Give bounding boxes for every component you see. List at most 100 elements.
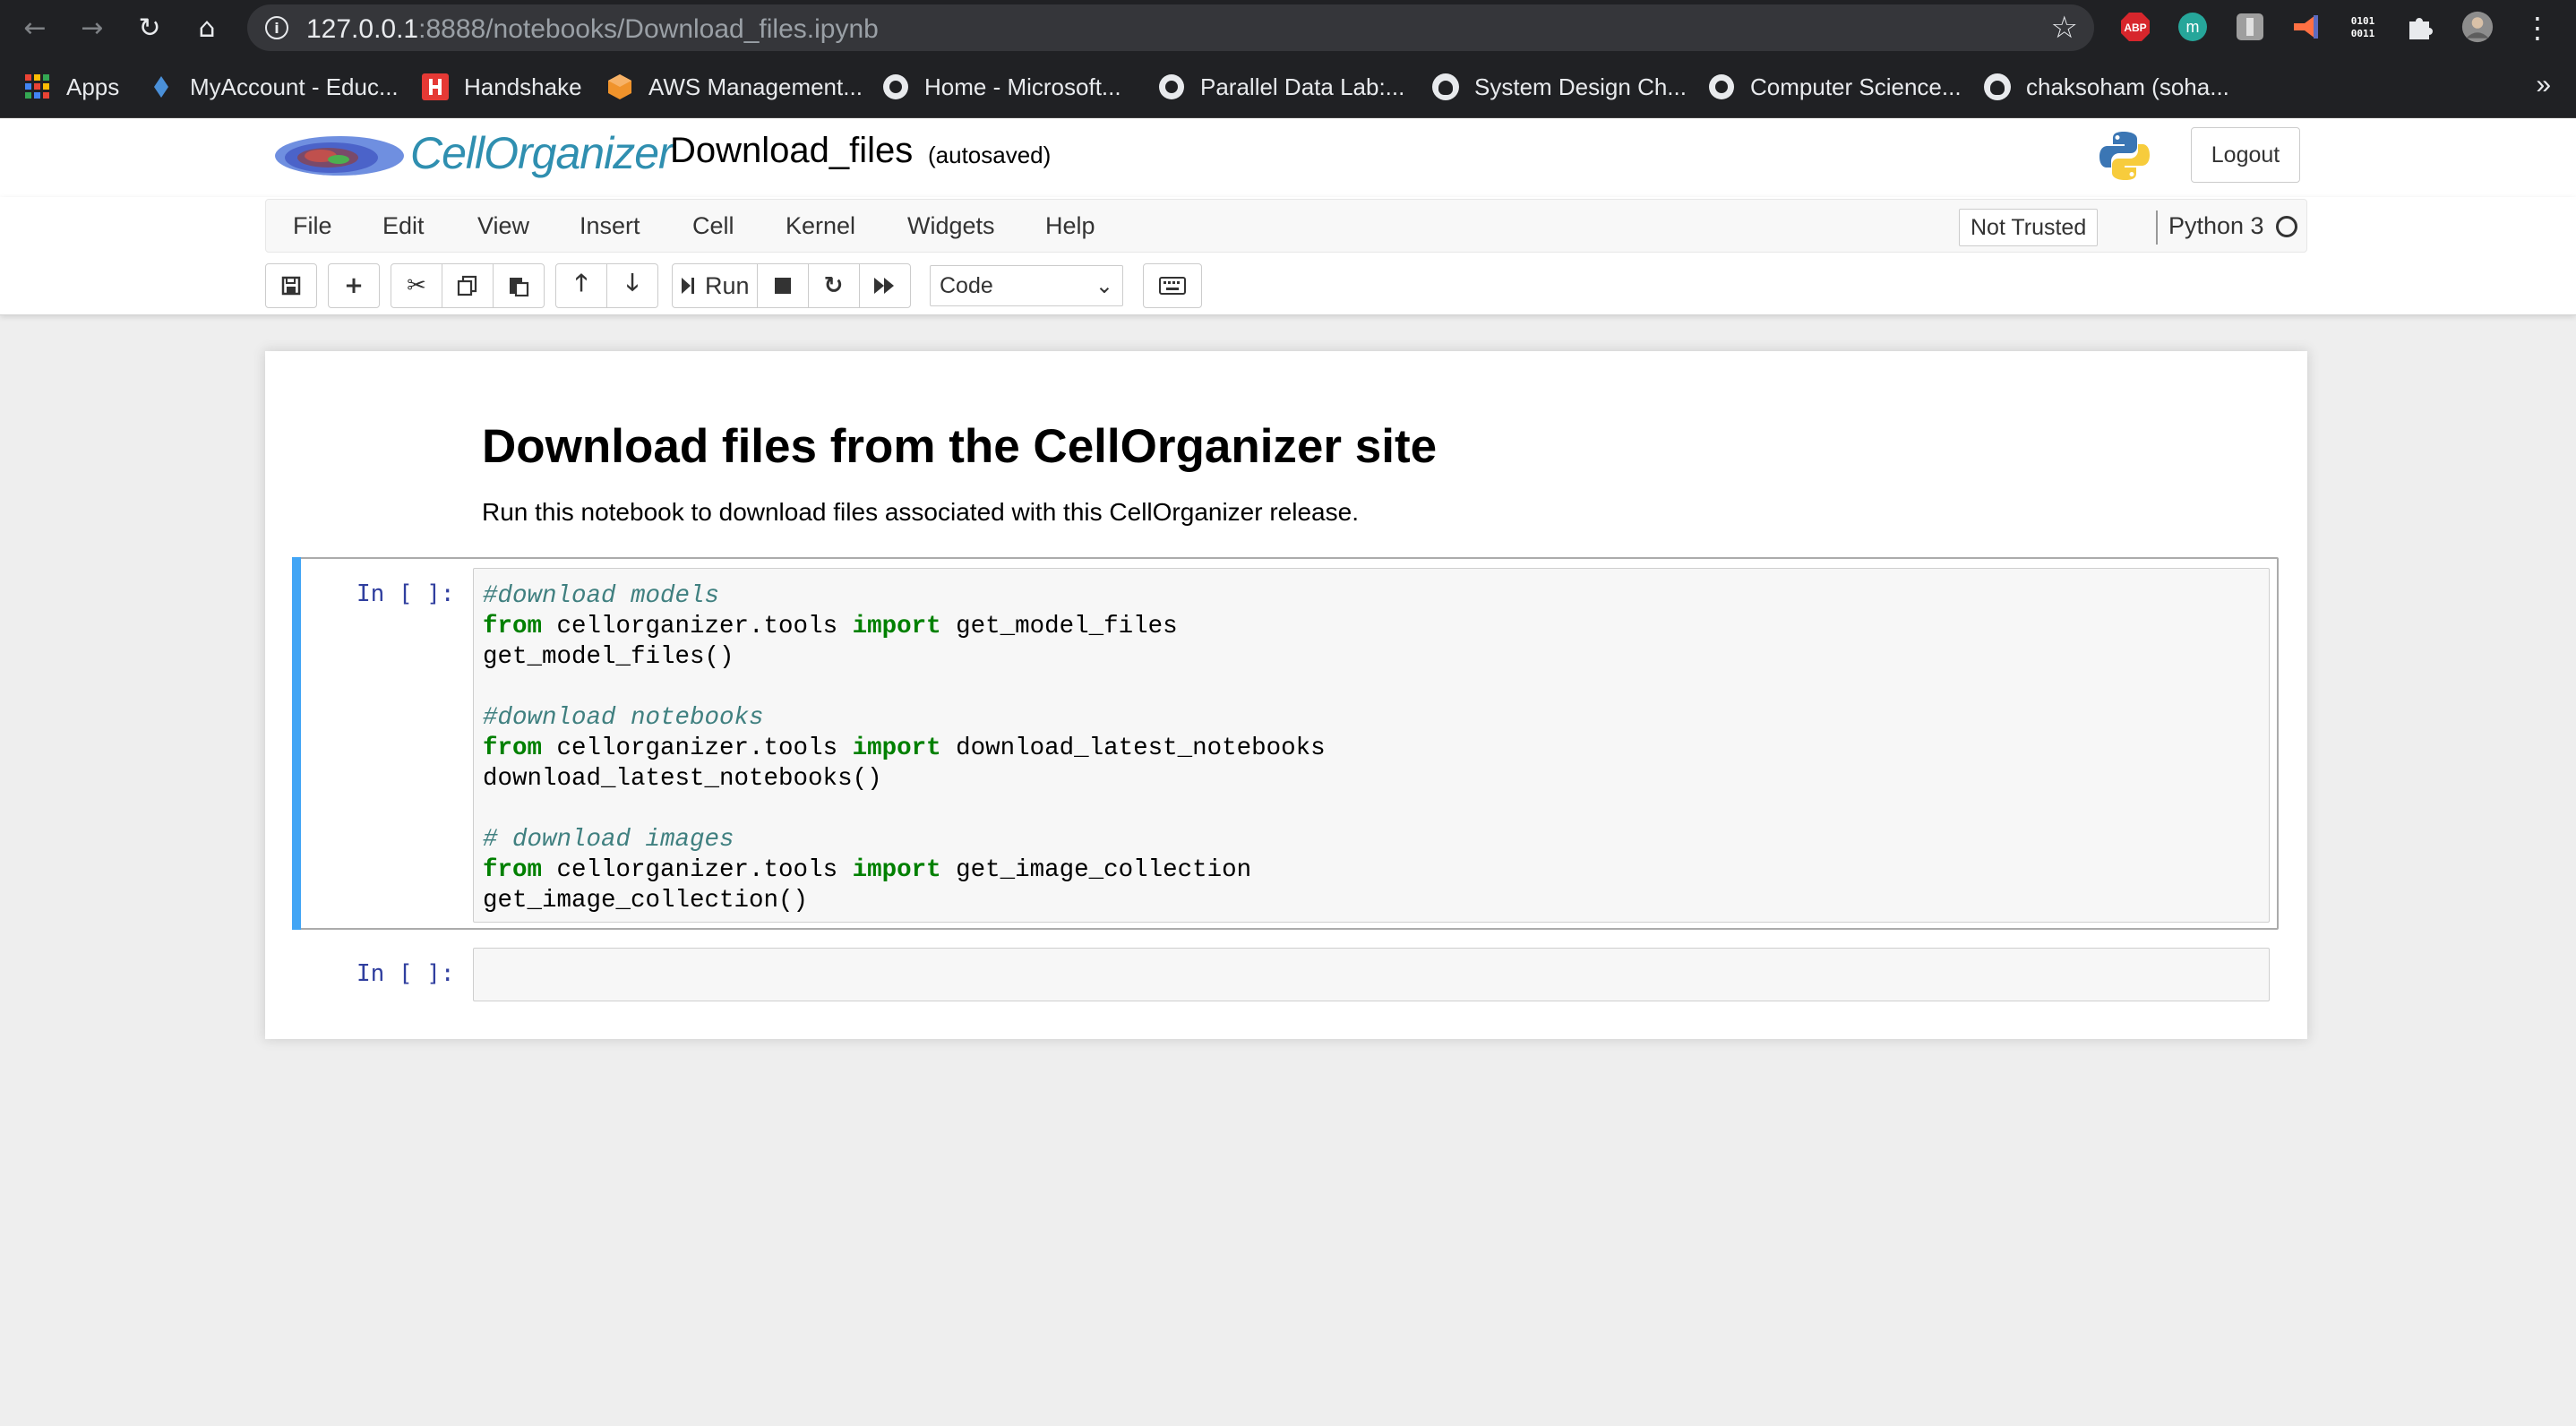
cut-button[interactable]: ✂ bbox=[391, 263, 442, 308]
logout-button[interactable]: Logout bbox=[2191, 127, 2300, 183]
input-prompt: In [ ]: bbox=[356, 580, 455, 607]
code-comment: #download notebooks bbox=[483, 704, 764, 732]
adblock-plus-icon[interactable]: ABP bbox=[2119, 11, 2151, 43]
paste-icon bbox=[510, 278, 529, 296]
input-prompt: In [ ]: bbox=[356, 960, 455, 987]
code-line: # download images bbox=[483, 825, 1326, 855]
extension-binary-icon[interactable]: 0101 0011 bbox=[2347, 11, 2379, 43]
keyboard-group bbox=[1143, 263, 1202, 308]
code-line: #download models bbox=[483, 581, 1326, 612]
clipboard-group: ✂ bbox=[391, 263, 545, 308]
svg-text:ABP: ABP bbox=[2124, 21, 2146, 34]
run-button[interactable]: Run bbox=[672, 263, 758, 308]
markdown-paragraph[interactable]: Run this notebook to download files asso… bbox=[482, 498, 1359, 527]
empty-code-editor[interactable] bbox=[473, 948, 2270, 1001]
move-down-button[interactable]: 🡓 bbox=[606, 263, 658, 308]
code-editor[interactable]: #download models from cellorganizer.tools… bbox=[473, 568, 2270, 923]
profile-avatar[interactable] bbox=[2461, 11, 2494, 43]
bookmark-label: Home - Microsoft... bbox=[924, 73, 1121, 100]
extension-grey-icon[interactable] bbox=[2234, 11, 2266, 43]
menu-view[interactable]: View bbox=[477, 212, 529, 240]
markdown-heading[interactable]: Download files from the CellOrganizer si… bbox=[482, 419, 1437, 474]
globe-icon bbox=[883, 74, 908, 99]
move-up-button[interactable]: 🡑 bbox=[555, 263, 607, 308]
bookmark-myaccount[interactable]: MyAccount - Educ... bbox=[147, 72, 399, 102]
kernel-idle-indicator-icon bbox=[2276, 216, 2297, 237]
logo-text[interactable]: CellOrganizer bbox=[410, 127, 674, 179]
command-palette-button[interactable] bbox=[1143, 263, 1202, 308]
cell-type-value: Code bbox=[940, 272, 993, 298]
bookmark-handshake[interactable]: Handshake bbox=[421, 72, 582, 102]
cell-type-select[interactable]: Code ⌄ bbox=[930, 265, 1123, 306]
bookmark-apps[interactable]: Apps bbox=[23, 72, 119, 102]
insert-group: + bbox=[328, 263, 380, 308]
menu-cell[interactable]: Cell bbox=[692, 212, 734, 240]
code-text: get_image_collection bbox=[940, 856, 1252, 884]
cellorganizer-logo-icon[interactable] bbox=[274, 131, 405, 179]
menu-file[interactable]: File bbox=[293, 212, 332, 240]
menu-widgets[interactable]: Widgets bbox=[907, 212, 995, 240]
address-bar[interactable]: i 127.0.0.1:8888/notebooks/Download_file… bbox=[247, 4, 2094, 51]
reload-icon[interactable]: ↻ bbox=[131, 9, 168, 47]
paste-button[interactable] bbox=[493, 263, 545, 308]
github-icon bbox=[1984, 73, 2011, 100]
code-text: get_model_files bbox=[940, 613, 1178, 640]
more-bookmarks-button[interactable]: » bbox=[2536, 70, 2551, 100]
code-comment: # download images bbox=[483, 826, 734, 854]
bookmark-label: chaksoham (soha... bbox=[2026, 73, 2229, 100]
code-line: download_latest_notebooks() bbox=[483, 764, 1326, 795]
address-url[interactable]: 127.0.0.1:8888/notebooks/Download_files.… bbox=[306, 14, 879, 45]
keyboard-icon bbox=[1159, 277, 1186, 295]
code-line: get_image_collection() bbox=[483, 886, 1326, 916]
bookmark-label: AWS Management... bbox=[648, 73, 863, 100]
site-info-icon[interactable]: i bbox=[265, 16, 288, 39]
notebook-name[interactable]: Download_files bbox=[670, 131, 913, 171]
bookmark-system-design[interactable]: System Design Ch... bbox=[1431, 72, 1687, 102]
code-keyword: from bbox=[483, 613, 543, 640]
bookmark-aws[interactable]: AWS Management... bbox=[605, 72, 863, 102]
move-group: 🡑 🡓 bbox=[555, 263, 658, 308]
interrupt-button[interactable] bbox=[756, 263, 809, 308]
extension-megaphone-icon[interactable] bbox=[2289, 11, 2322, 43]
menu-help[interactable]: Help bbox=[1045, 212, 1095, 240]
plus-icon: + bbox=[344, 272, 364, 299]
bookmark-chaksoham[interactable]: chaksoham (soha... bbox=[1983, 72, 2229, 102]
home-icon[interactable]: ⌂ bbox=[188, 9, 226, 47]
back-icon[interactable]: ← bbox=[16, 9, 54, 47]
step-forward-icon bbox=[682, 278, 694, 294]
code-keyword: import bbox=[852, 613, 941, 640]
notebook-header: CellOrganizer Download_files (autosaved)… bbox=[0, 118, 2576, 197]
chevron-down-icon: ⌄ bbox=[1095, 274, 1113, 298]
bookmark-microsoft[interactable]: Home - Microsoft... bbox=[881, 72, 1121, 102]
diamond-icon bbox=[147, 73, 176, 101]
extensions-puzzle-icon[interactable] bbox=[2404, 11, 2436, 43]
menu-kernel[interactable]: Kernel bbox=[786, 212, 855, 240]
save-button[interactable] bbox=[265, 263, 317, 308]
browser-menu-icon[interactable]: ⋮ bbox=[2519, 9, 2556, 47]
restart-kernel-button[interactable]: ↻ bbox=[807, 263, 860, 308]
restart-run-all-button[interactable] bbox=[858, 263, 911, 308]
trust-status-button[interactable]: Not Trusted bbox=[1959, 209, 2099, 246]
bookmark-computer-science[interactable]: Computer Science... bbox=[1707, 72, 1962, 102]
menu-edit[interactable]: Edit bbox=[382, 212, 425, 240]
browser-toolbar: ← → ↻ ⌂ i 127.0.0.1:8888/notebooks/Downl… bbox=[0, 0, 2576, 56]
stop-icon bbox=[774, 278, 791, 294]
kernel-name[interactable]: Python 3 bbox=[2168, 212, 2264, 240]
bookmark-star-icon[interactable]: ☆ bbox=[2051, 10, 2078, 46]
code-text: get_image_collection() bbox=[483, 887, 809, 915]
code-text: cellorganizer.tools bbox=[542, 734, 853, 762]
forward-icon[interactable]: → bbox=[73, 9, 111, 47]
copy-icon bbox=[457, 275, 477, 296]
run-label: Run bbox=[705, 271, 750, 299]
bookmark-label: System Design Ch... bbox=[1474, 73, 1687, 100]
code-comment: #download models bbox=[483, 582, 720, 610]
menu-insert[interactable]: Insert bbox=[580, 212, 640, 240]
code-line: get_model_files() bbox=[483, 642, 1326, 673]
insert-cell-button[interactable]: + bbox=[328, 263, 380, 308]
code-content[interactable]: #download models from cellorganizer.tools… bbox=[483, 581, 1326, 916]
extension-m-icon[interactable]: m bbox=[2177, 11, 2209, 43]
bookmark-parallel-data-lab[interactable]: Parallel Data Lab:... bbox=[1157, 72, 1404, 102]
copy-button[interactable] bbox=[442, 263, 494, 308]
bookmark-label: Computer Science... bbox=[1750, 73, 1962, 100]
